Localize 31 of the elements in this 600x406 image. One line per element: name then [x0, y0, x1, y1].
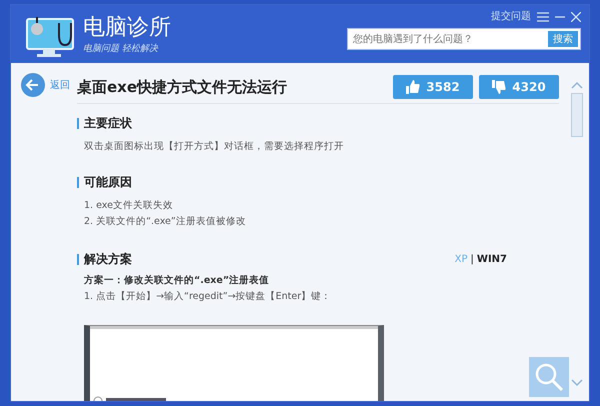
- plan-title: 方案一：修改关联文件的“.exe”注册表值: [82, 274, 270, 288]
- back-button[interactable]: 返回: [21, 73, 70, 97]
- section-heading: 解决方案: [77, 254, 132, 265]
- scroll-down-icon[interactable]: [571, 379, 583, 387]
- monitor-logo-icon: [25, 15, 77, 57]
- scroll-up-icon[interactable]: [571, 81, 583, 89]
- like-button[interactable]: 3582: [393, 74, 473, 98]
- app-title: 电脑诊所: [83, 17, 171, 39]
- thumbs-down-icon: [492, 80, 506, 94]
- slogan: 电脑问题 轻松解决: [83, 43, 160, 56]
- menu-icon[interactable]: [537, 12, 549, 22]
- scrollbar-thumb[interactable]: [571, 93, 583, 137]
- search-icon: [534, 362, 564, 392]
- section-heading: 主要症状: [77, 118, 132, 129]
- search-button[interactable]: 搜索: [548, 31, 578, 47]
- dislike-button[interactable]: 4320: [479, 74, 559, 98]
- cause-item: 2. 关联文件的“.exe”注册表值被修改: [83, 215, 247, 229]
- close-icon[interactable]: [571, 12, 581, 22]
- article-title: 桌面exe快捷方式文件无法运行: [77, 78, 288, 96]
- submit-question-link[interactable]: 提交问题: [491, 9, 531, 24]
- search-field[interactable]: 您的电脑遇到了什么问题？ 搜索: [347, 28, 581, 50]
- cause-item: 1. exe文件关联失效: [83, 199, 174, 213]
- separator: |: [470, 253, 474, 267]
- minimize-icon[interactable]: [555, 16, 565, 18]
- search-button[interactable]: [529, 357, 569, 397]
- step-text: 1. 点击【开始】→输入“regedit”→按键盘【Enter】键：: [83, 290, 332, 304]
- thumbs-up-icon: [406, 80, 420, 94]
- os-tab[interactable]: XP: [454, 252, 468, 267]
- section-heading: 可能原因: [77, 177, 132, 188]
- symptom-text: 双击桌面图标出现【打开方式】对话框，需要选择程序打开: [83, 140, 345, 154]
- os-tab[interactable]: WIN7: [476, 252, 507, 267]
